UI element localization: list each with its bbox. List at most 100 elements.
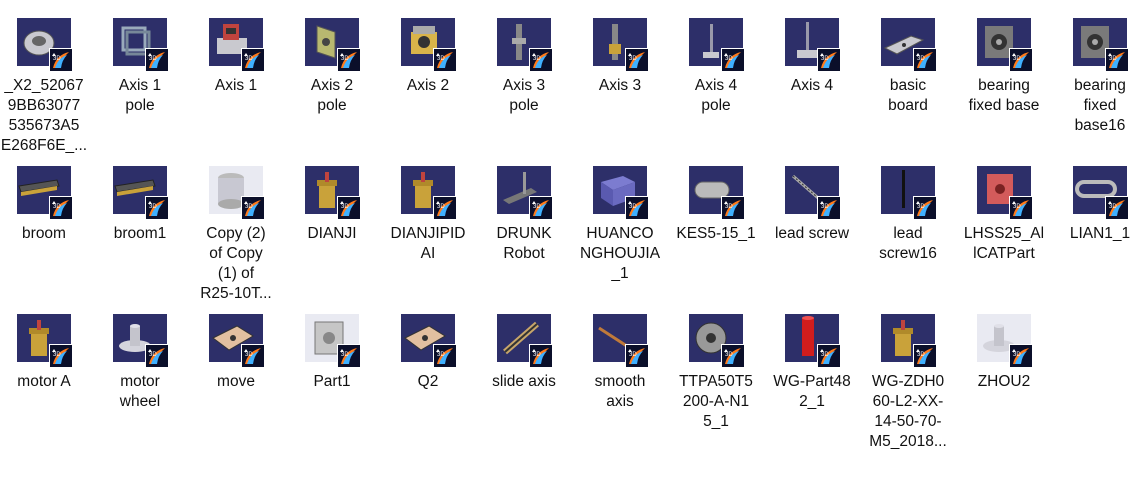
catia-app-icon: 3D <box>721 196 745 220</box>
file-item[interactable]: 3D Axis 1 pole <box>92 18 188 116</box>
file-thumbnail: 3D <box>593 18 649 72</box>
file-item[interactable]: 3D KES5-15_1 <box>668 166 764 244</box>
file-name-label: move <box>217 373 255 390</box>
file-item[interactable]: 3D motor A <box>0 314 92 392</box>
file-item[interactable]: 3D Q2 <box>380 314 476 392</box>
svg-text:3D: 3D <box>245 204 253 210</box>
file-item[interactable]: 3D LHSS25_Al lCATPart <box>956 166 1052 264</box>
file-item[interactable]: 3D broom <box>0 166 92 244</box>
file-item[interactable]: 3D basic board <box>860 18 956 116</box>
file-item[interactable]: 3D DRUNK Robot <box>476 166 572 264</box>
file-thumbnail: 3D <box>881 18 937 72</box>
file-name-label: DRUNK Robot <box>496 225 552 262</box>
file-name-label: KES5-15_1 <box>676 225 756 242</box>
file-name-label: bearing fixed base <box>968 77 1040 114</box>
catia-app-icon: 3D <box>913 48 937 72</box>
file-thumbnail: 3D <box>785 166 841 220</box>
file-item[interactable]: 3D _X2_52067 9BB63077 535673A5 E268F6E_.… <box>0 18 92 156</box>
file-item[interactable]: 3D Part1 <box>284 314 380 392</box>
catia-app-icon: 3D <box>1009 344 1033 368</box>
file-item[interactable]: 3D Axis 3 <box>572 18 668 96</box>
file-item[interactable]: 3D Axis 2 pole <box>284 18 380 116</box>
file-name-label: Part1 <box>313 373 351 390</box>
svg-text:3D: 3D <box>149 56 157 62</box>
catia-app-icon: 3D <box>1009 48 1033 72</box>
file-item[interactable]: 3D HUANCO NGHOUJIA _1 <box>572 166 668 284</box>
file-item[interactable]: 3D smooth axis <box>572 314 668 412</box>
file-thumbnail: 3D <box>977 166 1033 220</box>
file-item[interactable]: 3D WG-ZDH0 60-L2-XX- 14-50-70- M5_2018..… <box>860 314 956 452</box>
file-item[interactable]: 3D Copy (2) of Copy (1) of R25-10T... <box>188 166 284 304</box>
file-thumbnail: 3D <box>1073 166 1129 220</box>
catia-app-icon: 3D <box>817 344 841 368</box>
file-thumbnail: 3D <box>401 18 457 72</box>
svg-text:3D: 3D <box>533 204 541 210</box>
file-item[interactable]: 3D TTPA50T5 200-A-N1 5_1 <box>668 314 764 432</box>
file-item[interactable]: 3D LIAN1_1 <box>1052 166 1148 244</box>
svg-text:3D: 3D <box>341 352 349 358</box>
file-item[interactable]: 3D lead screw16 <box>860 166 956 264</box>
catia-app-icon: 3D <box>913 344 937 368</box>
file-name-label: motor A <box>17 373 71 390</box>
catia-app-icon: 3D <box>625 344 649 368</box>
file-item[interactable]: 3D WG-Part48 2_1 <box>764 314 860 412</box>
file-thumbnail: 3D <box>305 166 361 220</box>
file-thumbnail: 3D <box>497 166 553 220</box>
svg-text:3D: 3D <box>629 56 637 62</box>
file-name-label: Axis 1 pole <box>118 77 162 114</box>
file-thumbnail: 3D <box>497 314 553 368</box>
file-item[interactable]: 3D Axis 2 <box>380 18 476 96</box>
file-item[interactable]: 3D bearing fixed base16 <box>1052 18 1148 136</box>
file-name-label: Q2 <box>417 373 439 390</box>
file-item[interactable]: 3D slide axis <box>476 314 572 392</box>
file-name-label: Axis 4 <box>790 77 834 94</box>
file-item[interactable]: 3D Axis 3 pole <box>476 18 572 116</box>
file-name-label: bearing fixed base16 <box>1074 77 1126 134</box>
catia-app-icon: 3D <box>1105 196 1129 220</box>
file-thumbnail: 3D <box>977 18 1033 72</box>
file-item[interactable]: 3D DIANJIPID AI <box>380 166 476 264</box>
file-item[interactable]: 3D Axis 4 pole <box>668 18 764 116</box>
file-thumbnail: 3D <box>113 18 169 72</box>
svg-text:3D: 3D <box>245 352 253 358</box>
file-thumbnail: 3D <box>401 166 457 220</box>
catia-app-icon: 3D <box>529 196 553 220</box>
svg-text:3D: 3D <box>149 352 157 358</box>
svg-text:3D: 3D <box>53 204 61 210</box>
file-thumbnail: 3D <box>689 18 745 72</box>
file-item[interactable]: 3D move <box>188 314 284 392</box>
svg-text:3D: 3D <box>341 56 349 62</box>
catia-app-icon: 3D <box>337 196 361 220</box>
file-thumbnail: 3D <box>305 18 361 72</box>
catia-app-icon: 3D <box>49 48 73 72</box>
svg-text:3D: 3D <box>917 204 925 210</box>
file-item[interactable]: 3D bearing fixed base <box>956 18 1052 116</box>
file-item[interactable]: 3D motor wheel <box>92 314 188 412</box>
file-item[interactable]: 3D ZHOU2 <box>956 314 1052 392</box>
file-thumbnail: 3D <box>305 314 361 368</box>
file-name-label: Axis 2 <box>406 77 450 94</box>
file-item[interactable]: 3D broom1 <box>92 166 188 244</box>
file-thumbnail: 3D <box>881 166 937 220</box>
svg-text:3D: 3D <box>1109 204 1117 210</box>
file-thumbnail: 3D <box>593 314 649 368</box>
file-item[interactable]: 3D Axis 4 <box>764 18 860 96</box>
svg-text:3D: 3D <box>1013 56 1021 62</box>
catia-app-icon: 3D <box>1105 48 1129 72</box>
file-thumbnail: 3D <box>17 18 73 72</box>
file-name-label: ZHOU2 <box>977 373 1031 390</box>
file-name-label: _X2_52067 9BB63077 535673A5 E268F6E_... <box>0 77 88 154</box>
catia-app-icon: 3D <box>1009 196 1033 220</box>
file-item[interactable]: 3D lead screw <box>764 166 860 244</box>
catia-app-icon: 3D <box>529 48 553 72</box>
catia-app-icon: 3D <box>433 344 457 368</box>
file-item[interactable]: 3D DIANJI <box>284 166 380 244</box>
file-item[interactable]: 3D Axis 1 <box>188 18 284 96</box>
file-thumbnail: 3D <box>785 314 841 368</box>
file-name-label: slide axis <box>492 373 556 390</box>
svg-text:3D: 3D <box>821 204 829 210</box>
catia-app-icon: 3D <box>721 48 745 72</box>
svg-text:3D: 3D <box>917 56 925 62</box>
svg-text:3D: 3D <box>725 352 733 358</box>
file-thumbnail: 3D <box>209 314 265 368</box>
